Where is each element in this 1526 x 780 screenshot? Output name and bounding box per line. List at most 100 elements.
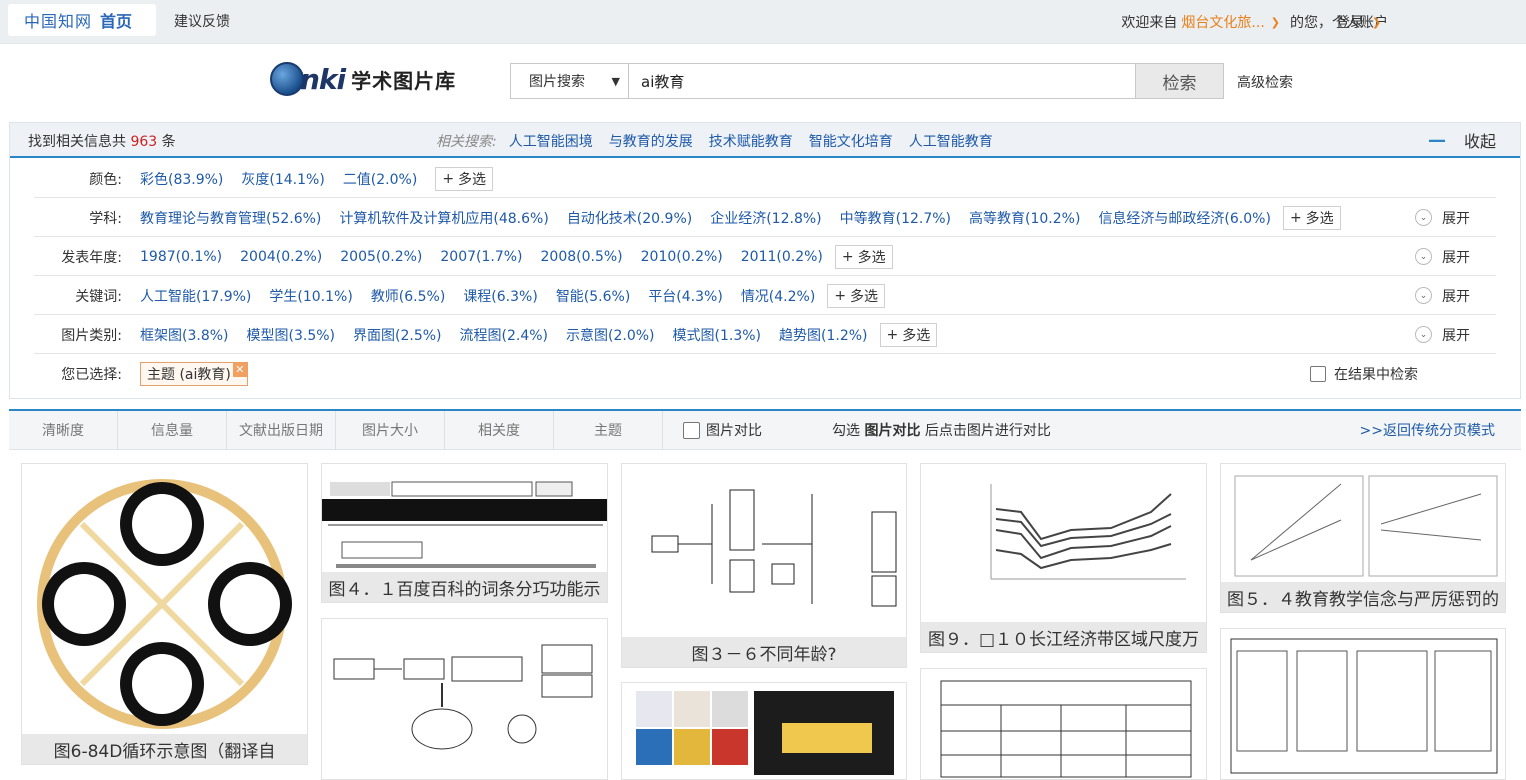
- filter-option[interactable]: 信息经济与邮政经济(6.0%): [1098, 208, 1271, 228]
- multi-select-label: 多选: [857, 249, 886, 266]
- expand-button[interactable]: ⌄ 展开: [1415, 325, 1470, 345]
- filter-option[interactable]: 2005(0.2%): [340, 249, 422, 265]
- multi-select-button[interactable]: + 多选: [1282, 205, 1341, 230]
- plus-icon: +: [442, 170, 455, 187]
- filter-option[interactable]: 情况(4.2%): [741, 286, 816, 306]
- filter-option[interactable]: 平台(4.3%): [648, 286, 723, 306]
- image-caption: 图４．１百度百科的词条分巧功能示: [322, 572, 607, 602]
- expand-label: 展开: [1442, 249, 1470, 266]
- search-button[interactable]: 检索: [1136, 63, 1224, 99]
- image-compare-toggle[interactable]: 图片对比: [683, 420, 762, 440]
- chevron-down-icon[interactable]: ❯: [1271, 16, 1280, 29]
- filter-option[interactable]: 框架图(3.8%): [140, 325, 229, 345]
- filter-option[interactable]: 智能(5.6%): [556, 286, 631, 306]
- image-card[interactable]: [621, 682, 907, 780]
- image-card[interactable]: 图6-84D循环示意图（翻译自: [21, 463, 308, 765]
- multi-select-button[interactable]: + 多选: [435, 166, 494, 191]
- image-card[interactable]: [321, 618, 608, 780]
- feedback-link[interactable]: 建议反馈: [174, 11, 230, 31]
- filter-option[interactable]: 趋势图(1.2%): [779, 325, 868, 345]
- filter-label: 图片类别:: [61, 327, 122, 344]
- related-link[interactable]: 智能文化培育: [809, 131, 893, 151]
- image-compare-label: 图片对比: [706, 423, 762, 439]
- image-compare-checkbox[interactable]: [683, 421, 700, 439]
- multi-select-button[interactable]: + 多选: [879, 322, 938, 347]
- result-count-number: 963: [130, 134, 158, 150]
- sort-relevance[interactable]: 相关度: [445, 410, 554, 450]
- filter-option[interactable]: 教师(6.5%): [371, 286, 446, 306]
- image-card[interactable]: 图９．□１０长江经济带区域尺度万: [920, 463, 1207, 653]
- related-link[interactable]: 人工智能困境: [509, 131, 593, 151]
- back-to-paged-link[interactable]: >>返回传统分页模式: [1360, 420, 1495, 440]
- filter-option[interactable]: 2004(0.2%): [240, 249, 322, 265]
- filter-option[interactable]: 模型图(3.5%): [247, 325, 336, 345]
- filter-option[interactable]: 模式图(1.3%): [673, 325, 762, 345]
- filter-option[interactable]: 灰度(14.1%): [241, 169, 324, 189]
- filter-option[interactable]: 学生(10.1%): [269, 286, 352, 306]
- login-menu[interactable]: 登录 ❯: [1336, 12, 1387, 32]
- image-card[interactable]: [920, 668, 1207, 780]
- filter-row-selected: 您已选择: 主题 (ai教育) ✕ 在结果中检索: [34, 355, 1496, 393]
- filter-option[interactable]: 企业经济(12.8%): [710, 208, 821, 228]
- related-link[interactable]: 技术赋能教育: [709, 131, 793, 151]
- image-card[interactable]: 图３－６不同年龄?: [621, 463, 907, 668]
- chevron-down-icon: ▼: [611, 74, 620, 88]
- selected-chip: 主题 (ai教育) ✕: [140, 362, 248, 386]
- home-link-label: 首页: [100, 12, 133, 31]
- expand-button[interactable]: ⌄ 展开: [1415, 247, 1470, 267]
- collapse-button[interactable]: — 收起: [1428, 128, 1496, 152]
- filter-option[interactable]: 彩色(83.9%): [140, 169, 223, 189]
- table-diagram-thumbnail: [940, 680, 1192, 778]
- image-caption: 图５．４教育教学信念与严厉惩罚的: [1221, 582, 1505, 612]
- filter-option[interactable]: 中等教育(12.7%): [840, 208, 951, 228]
- image-card[interactable]: [1220, 628, 1506, 780]
- multi-select-button[interactable]: + 多选: [834, 244, 893, 269]
- related-link[interactable]: 人工智能教育: [909, 131, 993, 151]
- filter-option[interactable]: 计算机软件及计算机应用(48.6%): [339, 208, 548, 228]
- org-name-link[interactable]: 烟台文化旅...: [1181, 12, 1264, 32]
- sort-info[interactable]: 信息量: [118, 410, 227, 450]
- filter-option[interactable]: 2008(0.5%): [541, 249, 623, 265]
- multi-select-label: 多选: [458, 171, 487, 188]
- expand-button[interactable]: ⌄ 展开: [1415, 208, 1470, 228]
- related-link[interactable]: 与教育的发展: [609, 131, 693, 151]
- filter-option[interactable]: 自动化技术(20.9%): [567, 208, 692, 228]
- filter-option[interactable]: 教育理论与教育管理(52.6%): [140, 208, 321, 228]
- multi-select-button[interactable]: + 多选: [827, 283, 886, 308]
- filter-panel: 找到相关信息共 963 条 相关搜索: 人工智能困境 与教育的发展 技术赋能教育…: [9, 122, 1521, 399]
- sort-pub-date[interactable]: 文献出版日期: [227, 410, 336, 450]
- plus-icon: +: [834, 287, 847, 304]
- filter-option[interactable]: 2007(1.7%): [440, 249, 522, 265]
- search-header: nki 学术图片库 图片搜索 ▼ ai教育 检索 高级检索: [0, 44, 1526, 122]
- image-card[interactable]: 图５．４教育教学信念与严厉惩罚的: [1220, 463, 1506, 613]
- sort-topic[interactable]: 主题: [554, 410, 663, 450]
- filter-option[interactable]: 2010(0.2%): [641, 249, 723, 265]
- sort-size[interactable]: 图片大小: [336, 410, 445, 450]
- expand-button[interactable]: ⌄ 展开: [1415, 286, 1470, 306]
- filter-option[interactable]: 流程图(2.4%): [460, 325, 549, 345]
- filter-option[interactable]: 人工智能(17.9%): [140, 286, 251, 306]
- advanced-search-link[interactable]: 高级检索: [1237, 72, 1293, 92]
- image-card[interactable]: 图４．１百度百科的词条分巧功能示: [321, 463, 608, 603]
- framework-diagram-thumbnail: [1230, 638, 1498, 774]
- cycle-diagram-thumbnail: [37, 479, 292, 729]
- search-mode-select[interactable]: 图片搜索 ▼: [510, 63, 628, 99]
- result-count-suffix: 条: [161, 134, 176, 150]
- search-input[interactable]: ai教育: [628, 63, 1136, 99]
- filter-option[interactable]: 高等教育(10.2%): [969, 208, 1080, 228]
- filter-option[interactable]: 二值(2.0%): [343, 169, 418, 189]
- filter-option[interactable]: 界面图(2.5%): [353, 325, 442, 345]
- sort-clarity[interactable]: 清晰度: [9, 410, 118, 450]
- filter-option[interactable]: 2011(0.2%): [741, 249, 823, 265]
- search-in-results[interactable]: 在结果中检索: [1310, 364, 1418, 384]
- filter-option[interactable]: 课程(6.3%): [463, 286, 538, 306]
- cnki-home-link[interactable]: 中国知网 首页: [8, 4, 156, 36]
- chevron-down-icon: ⌄: [1415, 209, 1432, 226]
- brand-logo[interactable]: nki 学术图片库: [270, 62, 456, 96]
- close-icon[interactable]: ✕: [232, 363, 247, 377]
- compare-hint: 勾选 图片对比 后点击图片进行对比: [832, 420, 1051, 440]
- search-in-results-checkbox[interactable]: [1310, 366, 1326, 382]
- filter-option[interactable]: 示意图(2.0%): [566, 325, 655, 345]
- filter-row-year: 发表年度: 1987(0.1%) 2004(0.2%) 2005(0.2%) 2…: [34, 238, 1496, 276]
- filter-option[interactable]: 1987(0.1%): [140, 249, 222, 265]
